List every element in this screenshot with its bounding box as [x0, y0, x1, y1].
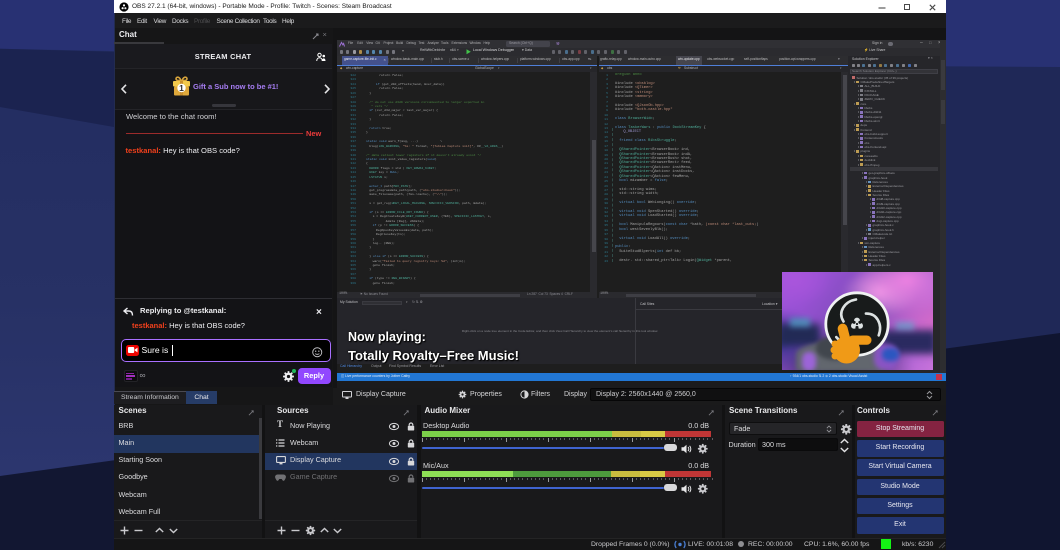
svg-text:1: 1	[179, 83, 184, 93]
